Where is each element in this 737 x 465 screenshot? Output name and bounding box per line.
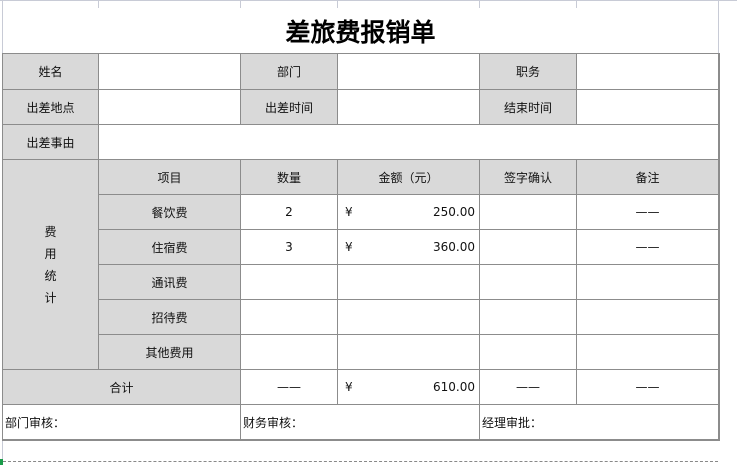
label-trip-reason: 出差事由 <box>3 125 99 160</box>
expense-amount-cell[interactable]: ¥250.00 <box>338 195 480 230</box>
expense-amount-cell[interactable] <box>338 265 480 300</box>
expense-stats-char: 费 <box>44 224 57 239</box>
expense-signature[interactable] <box>480 300 577 335</box>
trip-time-field[interactable] <box>338 90 480 125</box>
expense-amount: 250.00 <box>433 205 475 219</box>
total-signature[interactable]: —— <box>480 370 577 405</box>
expense-item: 住宿费 <box>99 230 241 265</box>
header-amount: 金额（元） <box>338 160 480 195</box>
currency-symbol: ¥ <box>345 380 353 394</box>
name-field[interactable] <box>99 54 241 90</box>
expense-item: 餐饮费 <box>99 195 241 230</box>
expense-remark[interactable] <box>577 265 719 300</box>
expense-amount-cell[interactable]: ¥360.00 <box>338 230 480 265</box>
expense-item: 其他费用 <box>99 335 241 370</box>
label-name: 姓名 <box>3 54 99 90</box>
cell-selection-marker <box>0 459 3 465</box>
expense-signature[interactable] <box>480 265 577 300</box>
currency-symbol: ¥ <box>345 205 353 219</box>
total-label: 合计 <box>3 370 241 405</box>
position-field[interactable] <box>577 54 719 90</box>
dept-approval[interactable]: 部门审核： <box>3 405 241 440</box>
label-department: 部门 <box>241 54 338 90</box>
expense-signature[interactable] <box>480 195 577 230</box>
label-end-time: 结束时间 <box>480 90 577 125</box>
total-quantity[interactable]: —— <box>241 370 338 405</box>
end-time-field[interactable] <box>577 90 719 125</box>
expense-quantity[interactable]: 2 <box>241 195 338 230</box>
trip-location-field[interactable] <box>99 90 241 125</box>
finance-approval[interactable]: 财务审核： <box>241 405 480 440</box>
label-position: 职务 <box>480 54 577 90</box>
expense-remark[interactable]: —— <box>577 230 719 265</box>
expense-stats-char: 计 <box>44 290 57 305</box>
expense-remark[interactable] <box>577 335 719 370</box>
expense-stats-char: 统 <box>44 268 57 283</box>
currency-symbol: ¥ <box>345 240 353 254</box>
expense-quantity[interactable]: 3 <box>241 230 338 265</box>
expense-amount: 360.00 <box>433 240 475 254</box>
expense-quantity[interactable] <box>241 300 338 335</box>
label-trip-location: 出差地点 <box>3 90 99 125</box>
expense-signature[interactable] <box>480 335 577 370</box>
expense-item: 招待费 <box>99 300 241 335</box>
expense-amount-cell[interactable] <box>338 300 480 335</box>
header-quantity: 数量 <box>241 160 338 195</box>
total-amount-cell[interactable]: ¥610.00 <box>338 370 480 405</box>
expense-signature[interactable] <box>480 230 577 265</box>
label-trip-time: 出差时间 <box>241 90 338 125</box>
expense-quantity[interactable] <box>241 265 338 300</box>
department-field[interactable] <box>338 54 480 90</box>
total-remark[interactable]: —— <box>577 370 719 405</box>
page-break-line <box>3 461 718 462</box>
header-item: 项目 <box>99 160 241 195</box>
expense-stats-char: 用 <box>44 246 57 261</box>
expense-remark[interactable] <box>577 300 719 335</box>
expense-amount-cell[interactable] <box>338 335 480 370</box>
expense-item: 通讯费 <box>99 265 241 300</box>
expense-remark[interactable]: —— <box>577 195 719 230</box>
manager-approval[interactable]: 经理审批： <box>480 405 719 440</box>
header-signature: 签字确认 <box>480 160 577 195</box>
header-remark: 备注 <box>577 160 719 195</box>
form-title: 差旅费报销单 <box>285 18 436 47</box>
label-expense-stats: 费 用 统 计 <box>3 160 99 370</box>
total-amount: 610.00 <box>433 380 475 394</box>
expense-quantity[interactable] <box>241 335 338 370</box>
trip-reason-field[interactable] <box>99 125 719 160</box>
